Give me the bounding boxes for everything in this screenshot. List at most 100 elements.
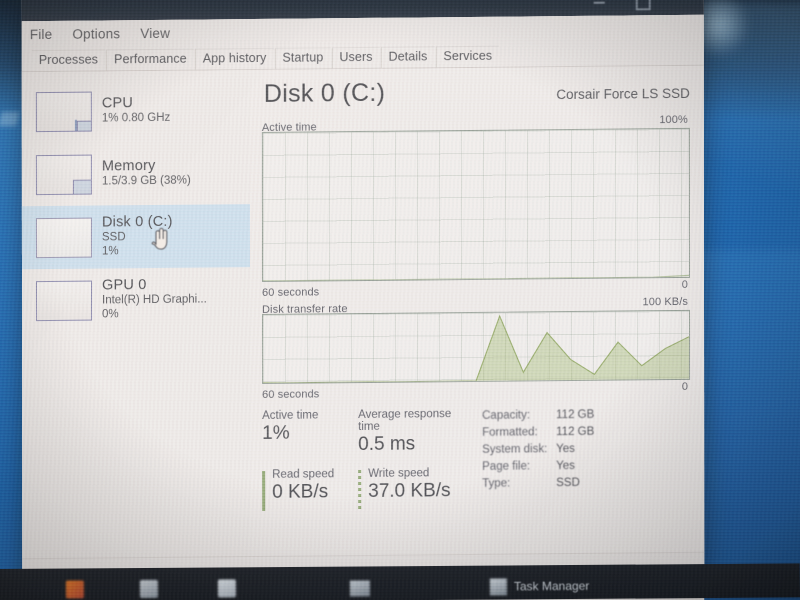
active-time-span-label: 60 seconds [262,286,320,299]
active-time-graph [261,127,690,282]
resource-sidebar: CPU 1% 0.80 GHz Memory 1.5/3.9 GB (38%) [21,70,251,559]
stat-read-speed-label: Read speed [272,468,335,481]
transfer-rate-span-label: 60 seconds [262,388,320,401]
photographed-screen-scene: File Options View Processes Performance … [0,0,800,600]
panel-header: Disk 0 (C:) Corsair Force LS SSD [262,78,690,116]
detail-row-system-disk: System disk: Yes [482,442,690,461]
transfer-rate-min-label: 0 [681,380,689,393]
sidebar-label-cpu: CPU [101,95,134,112]
stat-write-speed-value: 37.0 KB/s [368,480,451,502]
detail-row-capacity: Capacity: 112 GB [482,408,690,427]
sidebar-item-memory[interactable]: Memory 1.5/3.9 GB (38%) [22,141,250,206]
taskbar-icon-firefox[interactable] [65,580,84,599]
transfer-rate-graph [262,309,691,384]
task-manager-window: File Options View Processes Performance … [21,0,705,600]
taskbar-task-manager-label[interactable]: Task Manager [514,579,589,594]
stat-row-primary: Active time 1% Average response time 0.5… [262,408,476,457]
stat-row-speeds: Read speed 0 KB/s Write speed 37.0 KB/s [262,467,476,504]
minimize-button[interactable] [592,0,608,9]
cpu-text: CPU 1% 0.80 GHz [102,95,170,126]
gpu-text: GPU 0 Intel(R) HD Graphi... 0% [102,277,207,322]
detail-value-type: SSD [556,476,580,490]
memory-text: Memory 1.5/3.9 GB (38%) [102,158,191,190]
stat-response-time: Average response time 0.5 ms [358,408,476,456]
stat-write-speed: Write speed 37.0 KB/s [358,467,476,503]
active-time-min-label: 0 [681,278,688,291]
sidebar-label-gpu0: GPU 0 [102,277,147,294]
stat-active-time-label: Active time [262,409,319,422]
detail-row-formatted: Formatted: 112 GB [482,425,690,444]
windows-taskbar[interactable]: Task Manager [0,563,800,600]
tab-performance[interactable]: Performance [106,48,194,71]
detail-value-system-disk: Yes [556,442,575,456]
disk-model-label: Corsair Force LS SSD [556,85,690,103]
cpu-mini-fill [76,120,91,131]
wallpaper-panel [690,250,800,430]
transfer-rate-plot [263,314,690,383]
active-time-graph-footer: 60 seconds 0 [262,278,690,299]
page-title: Disk 0 (C:) [263,78,386,108]
disk-detail-panel: Disk 0 (C:) Corsair Force LS SSD Active … [250,66,704,556]
taskbar-icon-app2[interactable] [139,579,158,599]
tab-app-history[interactable]: App history [194,47,274,70]
cpu-mini-spike [74,119,77,131]
sidebar-sub-cpu: 1% 0.80 GHz [101,112,171,125]
sidebar-label-memory: Memory [101,158,156,175]
tab-startup[interactable]: Startup [274,47,331,69]
menu-view[interactable]: View [140,26,170,41]
stat-response-time-label: Average response time [358,408,452,434]
sidebar-sub-gpu0-model: Intel(R) HD Graphi... [102,293,207,307]
sidebar-sub-memory: 1.5/3.9 GB (38%) [101,174,191,188]
stat-read-speed-value: 0 KB/s [272,481,329,503]
disk-details-list: Capacity: 112 GB Formatted: 112 GB Syste… [476,406,690,502]
detail-row-page-file: Page file: Yes [482,459,690,478]
taskbar-icon-task-manager[interactable] [489,578,507,596]
taskbar-icon-app4[interactable] [349,580,370,597]
desktop-icon-blur [0,112,20,126]
sidebar-item-gpu0[interactable]: GPU 0 Intel(R) HD Graphi... 0% [22,267,250,332]
detail-key-system-disk: System disk: [482,443,548,456]
detail-key-capacity: Capacity: [482,409,531,422]
sidebar-item-disk0[interactable]: Disk 0 (C:) SSD 1% [21,204,250,270]
detail-value-formatted: 112 GB [556,425,595,439]
close-button[interactable] [676,0,692,8]
tab-details[interactable]: Details [380,46,435,68]
stat-active-time: Active time 1% [262,409,358,457]
active-time-max-label: 100% [659,113,688,127]
detail-key-formatted: Formatted: [482,426,538,439]
active-grid-horizontal [262,128,689,281]
stat-write-speed-label: Write speed [368,467,430,480]
stat-active-time-value: 1% [262,422,290,444]
detail-value-capacity: 112 GB [556,408,595,422]
detail-row-type: Type: SSD [482,476,690,495]
detail-key-page-file: Page file: [482,460,531,473]
transfer-rate-max-label: 100 KB/s [642,295,689,309]
tab-users[interactable]: Users [331,46,380,69]
performance-content: CPU 1% 0.80 GHz Memory 1.5/3.9 GB (38%) [21,65,705,559]
disk-text: Disk 0 (C:) SSD 1% [102,214,173,259]
tab-services[interactable]: Services [435,45,500,68]
menu-file[interactable]: File [30,27,53,42]
stat-read-speed: Read speed 0 KB/s [262,468,358,504]
menu-options[interactable]: Options [72,26,120,41]
detail-key-type: Type: [482,477,511,490]
sidebar-sub-disk0-usage: 1% [101,245,119,258]
maximize-button[interactable] [634,0,650,8]
stat-response-time-value: 0.5 ms [358,433,416,456]
sidebar-sub-disk0-type: SSD [101,231,126,244]
memory-mini-graph [35,154,92,195]
statistics-left: Active time 1% Average response time 0.5… [262,408,476,504]
tab-processes[interactable]: Processes [31,49,106,72]
cpu-mini-graph [35,91,92,132]
sidebar-item-cpu[interactable]: CPU 1% 0.80 GHz [22,78,250,143]
transfer-rate-graph-footer: 60 seconds 0 [262,380,690,401]
detail-value-page-file: Yes [556,459,575,473]
gpu-mini-graph [36,280,93,321]
taskbar-icon-app3[interactable] [217,579,236,598]
sidebar-label-disk0: Disk 0 (C:) [101,214,173,231]
sidebar-sub-gpu0-usage: 0% [102,308,119,321]
disk-mini-graph [35,217,92,258]
window-client-area: File Options View Processes Performance … [21,14,705,600]
statistics-area: Active time 1% Average response time 0.5… [262,406,690,504]
memory-mini-fill [72,179,91,194]
